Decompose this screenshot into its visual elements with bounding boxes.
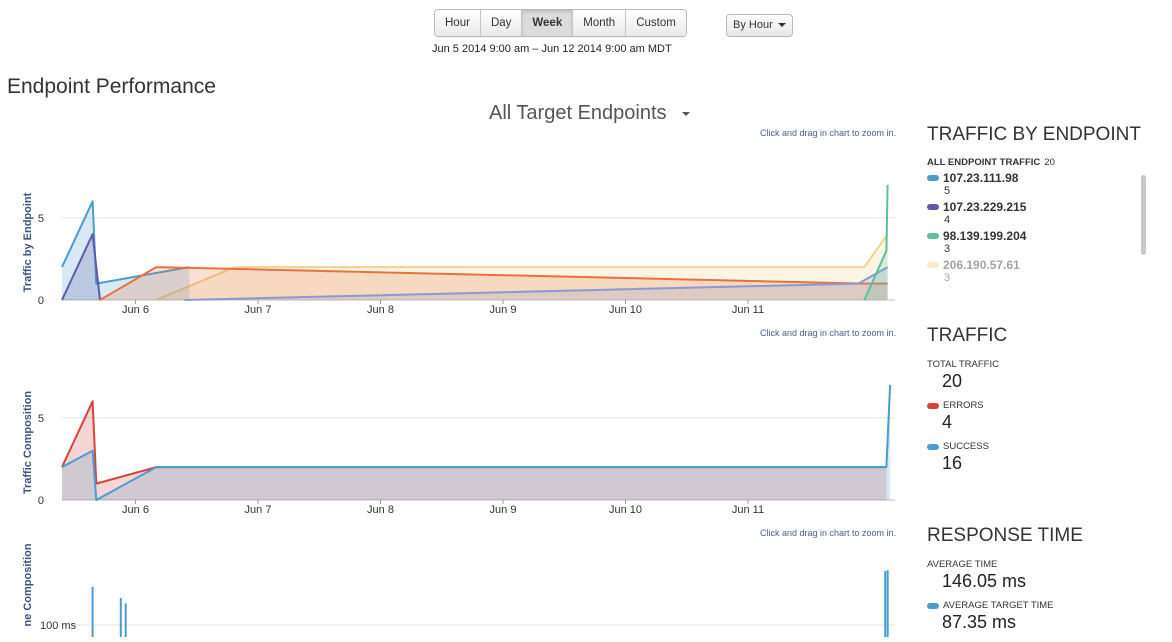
endpoint-legend-item[interactable]: 206.190.57.61 3 <box>927 258 1142 284</box>
average-target-time-legend[interactable]: AVERAGE TARGET TIME <box>927 600 1054 611</box>
chevron-down-icon <box>777 23 786 28</box>
all-endpoint-count: 20 <box>1044 157 1055 168</box>
target-endpoints-label: All Target Endpoints <box>489 102 667 124</box>
y-axis-title: ne Composition <box>22 543 34 626</box>
y-tick-label: 5 <box>38 413 44 425</box>
legend-scrollbar-thumb[interactable] <box>1141 175 1146 255</box>
average-time-value: 146.05 ms <box>942 571 1027 591</box>
date-range-text: Jun 5 2014 9:00 am – Jun 12 2014 9:00 am… <box>432 43 672 55</box>
y-tick-label: 0 <box>38 495 44 507</box>
all-endpoint-traffic[interactable]: ALL ENDPOINT TRAFFIC 20 <box>927 157 1142 168</box>
y-tick-label: 0 <box>38 295 44 307</box>
x-tick-label: Jun 11 <box>732 504 764 516</box>
endpoint-ip: 107.23.111.98 <box>943 171 1019 185</box>
success-legend[interactable]: SUCCESS <box>927 441 989 452</box>
endpoint-count: 3 <box>944 272 951 284</box>
time-range-selector: Hour Day Week Month Custom <box>434 9 687 37</box>
response-time-composition-chart[interactable]: 100 ms ne Composition <box>0 540 905 642</box>
range-week-button[interactable]: Week <box>522 10 574 36</box>
endpoint-legend-item[interactable]: 107.23.229.215 4 <box>927 200 1142 226</box>
endpoint-ip: 107.23.229.215 <box>943 200 1027 214</box>
endpoint-ip-row: 98.139.199.204 <box>927 229 1142 243</box>
success-label: SUCCESS <box>943 441 989 452</box>
all-endpoint-label: ALL ENDPOINT TRAFFIC <box>927 157 1041 168</box>
x-tick-label: Jun 6 <box>122 304 149 316</box>
traffic-by-endpoint-heading: TRAFFIC BY ENDPOINT <box>927 124 1141 145</box>
traffic-by-endpoint-svg[interactable]: 0 5 Jun 6 Jun 7 Jun 8 Jun 9 Jun 10 Jun 11 Traffi… <box>0 140 905 320</box>
x-tick-label: Jun 9 <box>490 304 517 316</box>
average-target-time-label: AVERAGE TARGET TIME <box>943 600 1054 611</box>
total-traffic-label: TOTAL TRAFFIC <box>927 359 999 370</box>
endpoint-legend: ALL ENDPOINT TRAFFIC 20 107.23.111.98 5 107… <box>927 152 1142 298</box>
average-target-time-swatch <box>927 602 939 609</box>
x-tick-label: Jun 9 <box>490 504 517 516</box>
y-axis-title: Traffic by Endpoint <box>22 192 34 292</box>
x-tick-label: Jun 10 <box>609 304 642 316</box>
response-bar[interactable] <box>886 570 889 642</box>
x-tick-label: Jun 7 <box>245 304 272 316</box>
response-time-composition-svg[interactable]: 100 ms ne Composition <box>0 540 905 642</box>
x-tick-label: Jun 11 <box>732 304 764 316</box>
granularity-label: By Hour <box>733 19 773 31</box>
endpoint-ip-row: 206.190.57.61 <box>927 258 1142 272</box>
traffic-by-endpoint-chart[interactable]: 0 5 Jun 6 Jun 7 Jun 8 Jun 9 Jun 10 Jun 11 Traffi… <box>0 140 905 325</box>
granularity-dropdown[interactable]: By Hour <box>726 14 793 37</box>
traffic-composition-chart[interactable]: 0 5 Jun 6 Jun 7 Jun 8 Jun 9 Jun 10 Jun 11 Traffi… <box>0 340 905 525</box>
y-tick-label: 5 <box>38 213 44 225</box>
response-bar[interactable] <box>884 571 887 642</box>
total-traffic-value: 20 <box>942 371 963 391</box>
endpoint-swatch <box>927 262 939 268</box>
target-endpoints-dropdown[interactable]: All Target Endpoints <box>489 102 691 125</box>
x-tick-label: Jun 8 <box>367 304 394 316</box>
response-bar[interactable] <box>119 598 122 642</box>
success-swatch <box>927 443 939 450</box>
y-tick-label: 100 ms <box>40 620 77 632</box>
endpoint-swatch <box>927 233 939 239</box>
response-bar[interactable] <box>91 586 94 642</box>
x-tick-label: Jun 6 <box>122 504 149 516</box>
endpoint-ip-row: 107.23.111.98 <box>927 171 1142 185</box>
endpoint-swatch <box>927 204 939 210</box>
errors-value: 4 <box>942 412 953 432</box>
endpoint-ip-row: 107.23.229.215 <box>927 200 1142 214</box>
errors-swatch <box>927 402 939 409</box>
chevron-down-icon <box>682 111 691 116</box>
errors-legend[interactable]: ERRORS <box>927 400 984 411</box>
response-bar[interactable] <box>124 603 127 642</box>
endpoint-count: 3 <box>944 243 951 255</box>
response-time-heading: RESPONSE TIME <box>927 525 1083 546</box>
endpoint-count: 5 <box>944 185 951 197</box>
x-tick-label: Jun 8 <box>367 504 394 516</box>
zoom-hint: Click and drag in chart to zoom in. <box>760 528 897 538</box>
page-title: Endpoint Performance <box>7 75 216 98</box>
range-custom-button[interactable]: Custom <box>626 10 686 36</box>
endpoint-legend-item[interactable]: 107.23.111.98 5 <box>927 171 1142 197</box>
endpoint-legend-item[interactable]: 98.139.199.204 3 <box>927 229 1142 255</box>
zoom-hint: Click and drag in chart to zoom in. <box>760 328 897 338</box>
traffic-composition-svg[interactable]: 0 5 Jun 6 Jun 7 Jun 8 Jun 9 Jun 10 Jun 11 Traffi… <box>0 340 905 520</box>
x-tick-label: Jun 7 <box>245 504 272 516</box>
zoom-hint: Click and drag in chart to zoom in. <box>760 128 897 138</box>
range-month-button[interactable]: Month <box>573 10 627 36</box>
success-value: 16 <box>942 453 963 473</box>
traffic-heading: TRAFFIC <box>927 325 1008 346</box>
endpoint-ip: 98.139.199.204 <box>943 229 1027 243</box>
average-target-time-value: 87.35 ms <box>942 612 1017 632</box>
endpoint-count: 4 <box>944 214 951 226</box>
errors-label: ERRORS <box>943 400 984 411</box>
range-day-button[interactable]: Day <box>480 10 523 36</box>
range-hour-button[interactable]: Hour <box>435 10 481 36</box>
average-time-label: AVERAGE TIME <box>927 559 998 570</box>
endpoint-ip: 206.190.57.61 <box>943 258 1020 272</box>
series-area <box>62 384 891 500</box>
x-tick-label: Jun 10 <box>609 504 642 516</box>
endpoint-swatch <box>927 175 939 181</box>
y-axis-title: Traffic Composition <box>22 391 34 495</box>
